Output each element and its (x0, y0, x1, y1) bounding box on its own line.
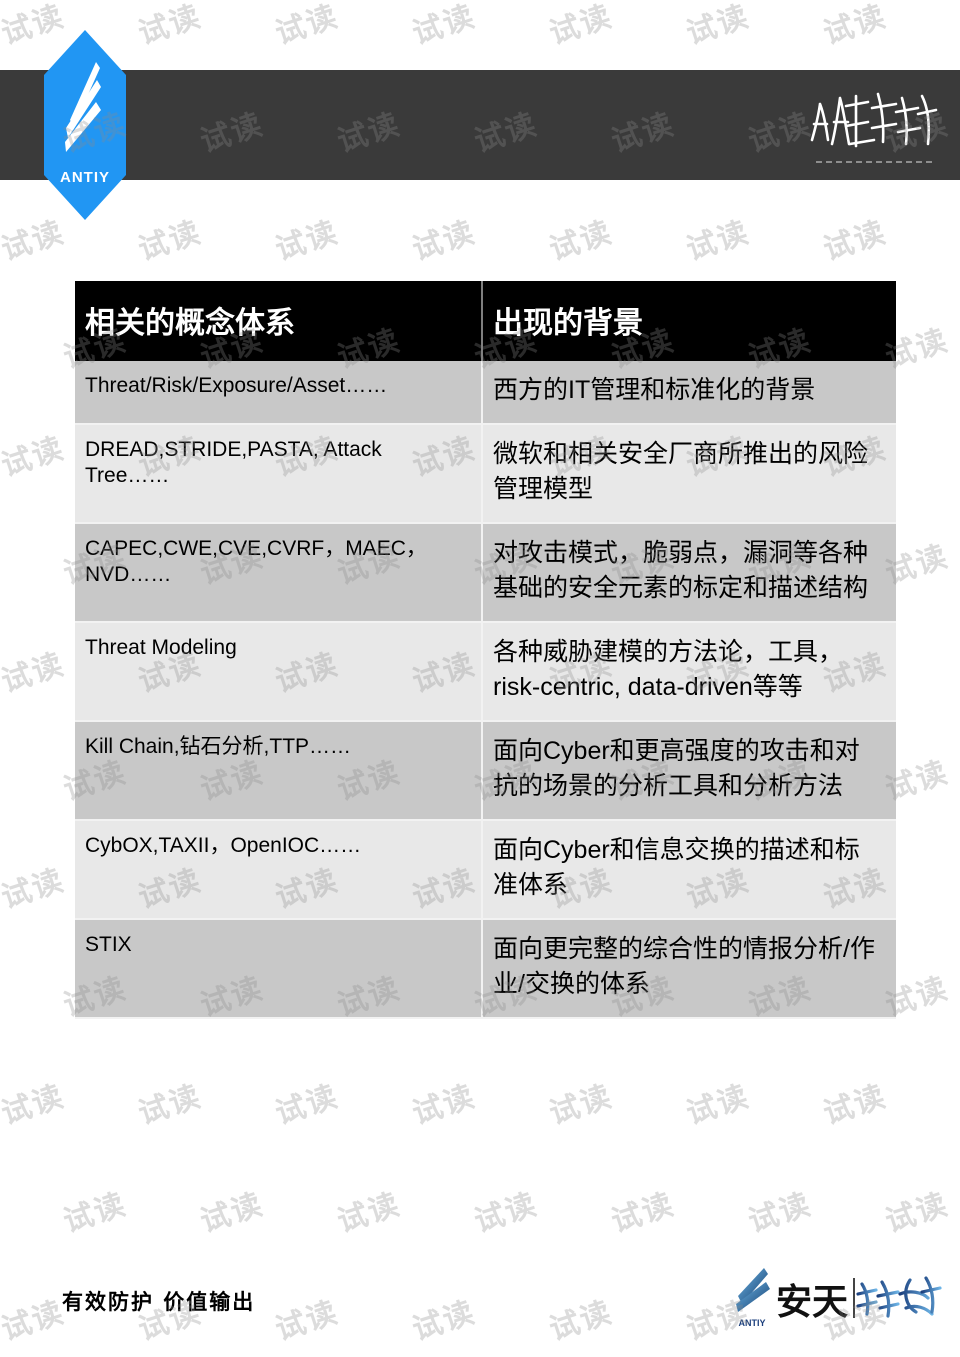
footer-brand-cn: 安天 (776, 1282, 848, 1323)
cell-concept: Kill Chain,钻石分析,TTP…… (75, 720, 483, 821)
watermark-text: 试读 (408, 1078, 480, 1132)
column-header-background: 出现的背景 (482, 281, 896, 361)
logo-wordmark: ANTIY (60, 169, 110, 186)
cell-background: 西方的IT管理和标准化的背景 (482, 361, 896, 425)
table-row: Kill Chain,钻石分析,TTP…… 面向Cyber和更高强度的攻击和对抗… (75, 720, 896, 821)
cell-background: 面向更完整的综合性的情报分析/作业/交换的体系 (482, 918, 896, 1019)
watermark-text: 试读 (545, 1078, 617, 1132)
cell-background: 微软和相关安全厂商所推出的风险管理模型 (482, 423, 896, 524)
footer-brand-en: ANTIY (739, 1318, 766, 1328)
footer-feather-icon (736, 1268, 770, 1312)
watermark-text: 试读 (956, 1078, 960, 1132)
cell-concept: DREAD,STRIDE,PASTA, Attack Tree…… (75, 423, 483, 524)
watermark-text: 试读 (545, 1294, 617, 1348)
watermark-text: 试读 (607, 1186, 679, 1240)
watermark-text: 试读 (134, 214, 206, 268)
watermark-text: 试读 (271, 0, 343, 52)
watermark-text: 试读 (819, 214, 891, 268)
watermark-text: 试读 (333, 1186, 405, 1240)
watermark-text: 试读 (408, 214, 480, 268)
watermark-text: 试读 (271, 214, 343, 268)
watermark-text: 试读 (134, 1078, 206, 1132)
watermark-text: 试读 (956, 646, 960, 700)
watermark-text: 试读 (956, 862, 960, 916)
table-row: DREAD,STRIDE,PASTA, Attack Tree…… 微软和相关安… (75, 423, 896, 524)
watermark-text: 试读 (545, 0, 617, 52)
watermark-text: 试读 (408, 1294, 480, 1348)
antiy-logo: ANTIY (44, 30, 126, 220)
watermark-text: 试读 (682, 214, 754, 268)
header-calligraphy-title (806, 78, 938, 174)
watermark-text: 试读 (0, 1078, 69, 1132)
watermark-text: 试读 (819, 0, 891, 52)
cell-concept: CybOX,TAXII，OpenIOC…… (75, 819, 483, 920)
watermark-text: 试读 (956, 214, 960, 268)
cell-background: 面向Cyber和信息交换的描述和标准体系 (482, 819, 896, 920)
watermark-text: 试读 (0, 862, 69, 916)
watermark-text: 试读 (819, 1078, 891, 1132)
watermark-text: 试读 (0, 646, 69, 700)
watermark-text: 试读 (0, 1294, 69, 1348)
cell-concept: Threat Modeling (75, 621, 483, 722)
column-header-concept: 相关的概念体系 (75, 281, 483, 361)
cell-background: 面向Cyber和更高强度的攻击和对抗的场景的分析工具和分析方法 (482, 720, 896, 821)
watermark-text: 试读 (956, 0, 960, 52)
table-row: Threat/Risk/Exposure/Asset…… 西方的IT管理和标准化… (75, 361, 896, 425)
watermark-text: 试读 (744, 1186, 816, 1240)
concept-systems-table: 相关的概念体系 出现的背景 Threat/Risk/Exposure/Asset… (75, 281, 896, 1019)
cell-background: 各种威胁建模的方法论，工具，risk-centric, data-driven等… (482, 621, 896, 722)
watermark-text: 试读 (470, 1186, 542, 1240)
table-row: CAPEC,CWE,CVE,CVRF，MAEC，NVD…… 对攻击模式，脆弱点，… (75, 522, 896, 623)
table-row: STIX 面向更完整的综合性的情报分析/作业/交换的体系 (75, 918, 896, 1019)
watermark-text: 试读 (59, 1186, 131, 1240)
watermark-text: 试读 (956, 1294, 960, 1348)
watermark-text: 试读 (682, 0, 754, 52)
footer-tagline-calligraphy (856, 1276, 942, 1318)
watermark-text: 试读 (682, 1078, 754, 1132)
footer-slogan: 有效防护 价值输出 (62, 1290, 256, 1314)
cell-concept: STIX (75, 918, 483, 1019)
watermark-text: 试读 (956, 430, 960, 484)
watermark-text: 试读 (408, 0, 480, 52)
cell-concept: CAPEC,CWE,CVE,CVRF，MAEC，NVD…… (75, 522, 483, 623)
table-header-row: 相关的概念体系 出现的背景 (75, 281, 896, 361)
watermark-text: 试读 (196, 1186, 268, 1240)
watermark-text: 试读 (134, 0, 206, 52)
footer-tagline-text: 智者安天下 (902, 1324, 907, 1327)
footer-antiy-brand-logo: ANTIY 安天 智者安天下 (730, 1262, 942, 1330)
watermark-text: 试读 (0, 430, 69, 484)
table-row: CybOX,TAXII，OpenIOC…… 面向Cyber和信息交换的描述和标准… (75, 819, 896, 920)
watermark-text: 试读 (545, 214, 617, 268)
watermark-text: 试读 (271, 1294, 343, 1348)
table-row: Threat Modeling 各种威胁建模的方法论，工具，risk-centr… (75, 621, 896, 722)
watermark-text: 试读 (881, 1186, 953, 1240)
cell-background: 对攻击模式，脆弱点，漏洞等各种基础的安全元素的标定和描述结构 (482, 522, 896, 623)
watermark-text: 试读 (271, 1078, 343, 1132)
cell-concept: Threat/Risk/Exposure/Asset…… (75, 361, 483, 425)
table-body: Threat/Risk/Exposure/Asset…… 西方的IT管理和标准化… (75, 361, 896, 1019)
